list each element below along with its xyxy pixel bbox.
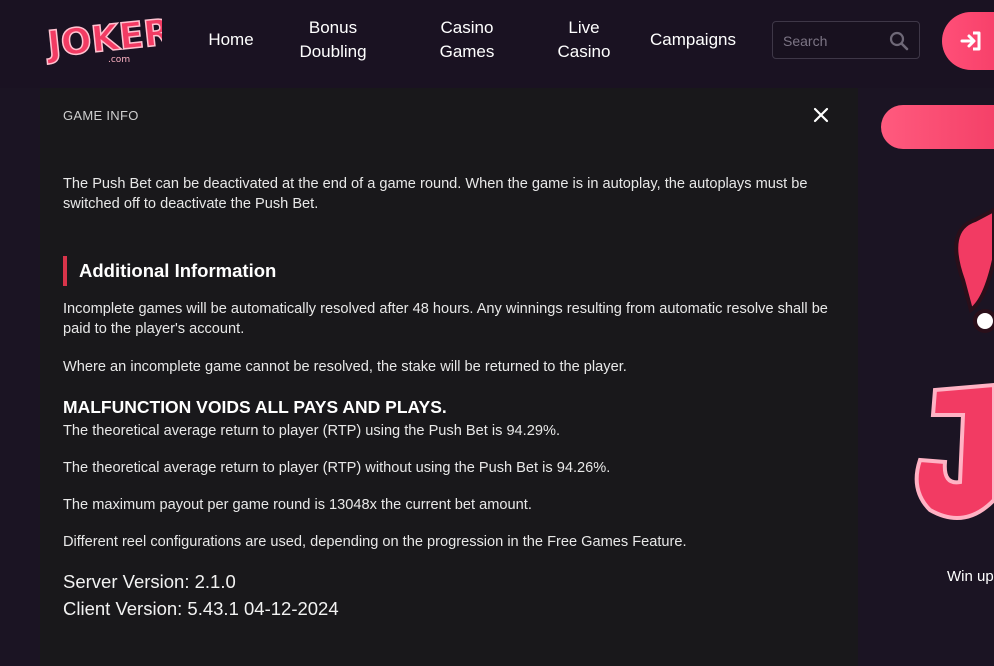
sidebar-cta-button[interactable]: [881, 105, 994, 149]
search-box[interactable]: [772, 21, 920, 59]
section-heading: Additional Information: [63, 256, 276, 286]
rtp-with-push-bet: The theoretical average return to player…: [63, 423, 560, 439]
search-icon[interactable]: [889, 31, 909, 51]
jokeri-logo[interactable]: JOKERI .com: [42, 6, 188, 76]
nav-bonus-doubling[interactable]: Bonus Doubling: [290, 16, 376, 64]
client-version: Client Version: 5.43.1 04-12-2024: [63, 598, 339, 619]
reel-config-text: Different reel configurations are used, …: [63, 534, 687, 550]
logo-wordmark: JOKERI: [44, 11, 162, 66]
promo-mascot-image: [905, 200, 994, 540]
nav-campaigns[interactable]: Campaigns: [640, 16, 746, 64]
game-info-modal: GAME INFO The Push Bet can be deactivate…: [40, 88, 858, 666]
site-header: JOKERI .com Home Bonus Doubling Casino G…: [0, 0, 994, 88]
search-input[interactable]: [781, 30, 885, 52]
nav-home[interactable]: Home: [196, 16, 266, 64]
logo-domain: .com: [108, 55, 130, 65]
nav-live-casino[interactable]: Live Casino: [548, 16, 620, 64]
modal-title: GAME INFO: [63, 108, 139, 123]
paragraph-incomplete-games: Incomplete games will be automatically r…: [63, 301, 828, 337]
promo-text: Win up: [947, 568, 994, 585]
malfunction-notice: MALFUNCTION VOIDS ALL PAYS AND PLAYS.: [63, 397, 447, 417]
max-payout-text: The maximum payout per game round is 130…: [63, 497, 532, 513]
nav-casino-games[interactable]: Casino Games: [428, 16, 506, 64]
rtp-without-push-bet: The theoretical average return to player…: [63, 460, 611, 476]
login-icon: [960, 31, 981, 51]
login-button[interactable]: [942, 12, 994, 70]
close-icon[interactable]: [812, 106, 830, 124]
paragraph-stake-return: Where an incomplete game cannot be resol…: [63, 359, 627, 375]
server-version: Server Version: 2.1.0: [63, 571, 236, 592]
intro-paragraph: The Push Bet can be deactivated at the e…: [63, 176, 808, 212]
